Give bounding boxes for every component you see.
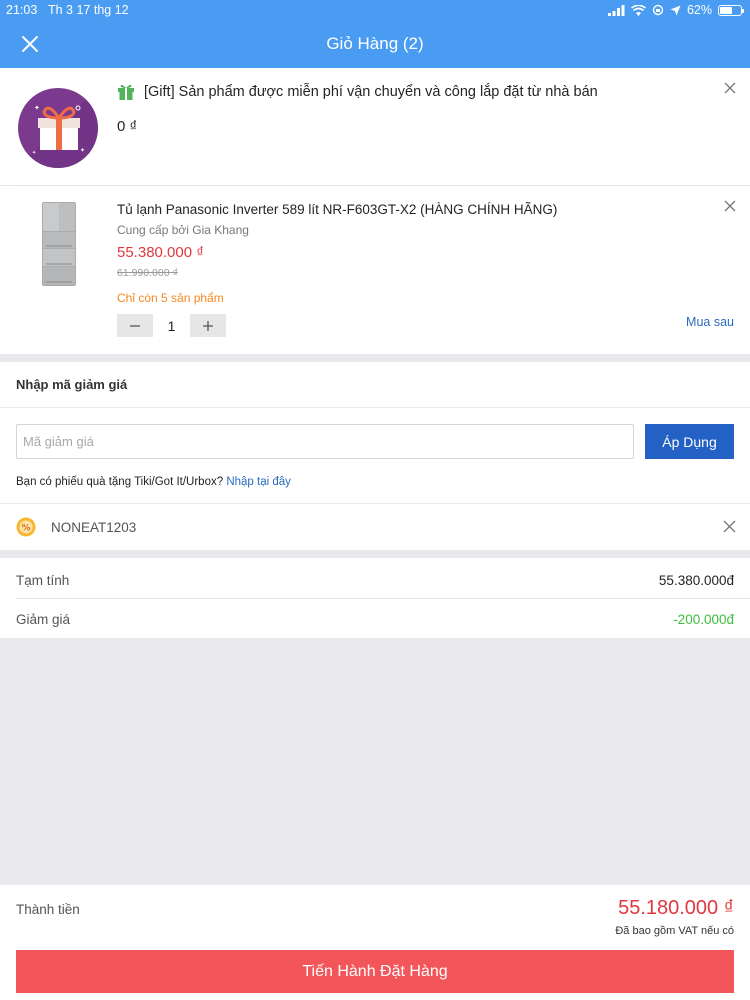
product-seller: Cung cấp bởi Gia Khang <box>117 223 249 237</box>
svg-text:%: % <box>21 524 30 534</box>
wifi-icon <box>630 4 646 16</box>
voucher-question-text: Bạn có phiếu quà tặng Tiki/Got It/Urbox? <box>16 476 224 488</box>
subtotal-row: Tạm tính 55.380.000đ <box>16 573 734 588</box>
item-divider <box>16 185 750 186</box>
cart-item-gift: ✦ ✦ ✦ [Gift] Sản phẩm được miễn phí vận … <box>0 68 750 185</box>
rotation-lock-icon <box>652 4 664 16</box>
battery-percent: 62% <box>686 3 712 17</box>
quantity-stepper: 1 <box>117 314 226 337</box>
quantity-value: 1 <box>153 314 190 337</box>
discount-row: Giảm giá -200.000đ <box>16 612 734 627</box>
discount-value: -200.000đ <box>673 612 734 627</box>
summary-divider <box>16 598 750 599</box>
gift-item-price: 0 ₫ <box>117 118 138 135</box>
gift-image: ✦ ✦ ✦ <box>18 88 98 168</box>
cart-item-product: Tủ lạnh Panasonic Inverter 589 lít NR-F6… <box>0 186 750 354</box>
product-stock-note: Chỉ còn 5 sản phẩm <box>117 291 224 305</box>
signal-icon <box>607 4 625 16</box>
page-title: Giỏ Hàng (2) <box>326 34 424 53</box>
remove-gift-icon[interactable] <box>724 82 736 94</box>
remove-coupon-icon[interactable] <box>723 520 736 533</box>
product-old-price: 61.990.000 ₫ <box>117 267 178 279</box>
applied-coupon-row: % NONEAT1203 <box>0 504 750 550</box>
remove-product-icon[interactable] <box>724 200 736 212</box>
total-label: Thành tiền <box>16 902 80 917</box>
promo-heading: Nhập mã giảm giá <box>16 377 128 392</box>
svg-text:✦: ✦ <box>80 147 85 154</box>
battery-icon <box>718 4 744 16</box>
applied-coupon-code: NONEAT1203 <box>51 520 137 535</box>
checkout-button[interactable]: Tiến Hành Đặt Hàng <box>16 950 734 993</box>
promo-code-input[interactable] <box>16 424 634 459</box>
promo-heading-section: Nhập mã giảm giá <box>0 362 750 407</box>
minus-icon <box>130 324 140 327</box>
apply-button[interactable]: Áp Dụng <box>645 424 734 459</box>
svg-text:✦: ✦ <box>32 150 36 156</box>
status-time: 21:03 <box>6 3 38 17</box>
coupon-icon: % <box>16 517 36 537</box>
total-value: 55.180.000 ₫ <box>618 897 734 919</box>
buy-later-link[interactable]: Mua sau <box>686 315 734 329</box>
decrease-button[interactable] <box>117 314 153 337</box>
svg-text:✦: ✦ <box>34 104 40 112</box>
order-summary: Tạm tính 55.380.000đ Giảm giá -200.000đ <box>0 558 750 638</box>
voucher-link[interactable]: Nhập tại đây <box>226 476 291 488</box>
gift-item-name: [Gift] Sản phẩm được miễn phí vận chuyển… <box>144 84 598 100</box>
status-date: Th 3 17 thg 12 <box>48 3 129 17</box>
checkout-footer: Thành tiền 55.180.000 ₫ Đã bao gồm VAT n… <box>0 885 750 1000</box>
vat-note: Đã bao gồm VAT nếu có <box>615 925 734 937</box>
subtotal-value: 55.380.000đ <box>658 573 734 588</box>
subtotal-label: Tạm tính <box>16 573 70 588</box>
product-price: 55.380.000 ₫ <box>117 244 204 261</box>
product-image <box>42 202 76 286</box>
promo-input-section: Áp Dụng Bạn có phiếu quà tặng Tiki/Got I… <box>0 408 750 503</box>
increase-button[interactable] <box>190 314 226 337</box>
location-icon <box>670 5 681 15</box>
gift-icon <box>118 84 134 100</box>
discount-label: Giảm giá <box>16 612 71 627</box>
status-right: 62% <box>607 3 744 17</box>
plus-icon <box>203 320 213 331</box>
header-bar: 21:03 Th 3 17 thg 12 62% Giỏ Hàng (2) <box>0 0 750 68</box>
product-name[interactable]: Tủ lạnh Panasonic Inverter 589 lít NR-F6… <box>117 202 557 217</box>
status-bar: 21:03 Th 3 17 thg 12 62% <box>0 0 750 20</box>
voucher-question: Bạn có phiếu quà tặng Tiki/Got It/Urbox?… <box>16 476 291 488</box>
